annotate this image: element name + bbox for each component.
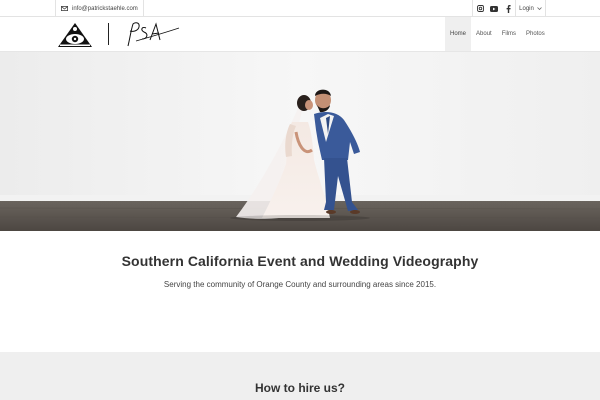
psa-signature-logo[interactable] (124, 20, 180, 55)
youtube-icon[interactable] (487, 0, 501, 17)
email-link[interactable]: info@patrickstaehle.com (55, 0, 144, 17)
envelope-icon (61, 6, 68, 11)
email-text: info@patrickstaehle.com (72, 5, 138, 12)
site-header: Home About Films Photos (0, 17, 600, 52)
login-dropdown[interactable]: Login (515, 0, 546, 17)
hire-section: How to hire us? (0, 352, 600, 400)
nav-about[interactable]: About (471, 17, 497, 51)
facebook-icon[interactable] (501, 0, 515, 17)
triangle-eye-logo[interactable] (57, 22, 93, 53)
hire-heading: How to hire us? (255, 381, 345, 395)
page-title: Southern California Event and Wedding Vi… (121, 253, 479, 269)
social-links (472, 0, 515, 17)
login-label: Login (519, 5, 534, 12)
instagram-icon[interactable] (473, 0, 487, 17)
bride-and-groom-photo (0, 52, 600, 231)
chevron-down-icon (537, 6, 542, 12)
top-bar: info@patrickstaehle.com Login (0, 0, 600, 17)
logo-divider (108, 23, 109, 45)
main-nav: Home About Films Photos (445, 17, 550, 51)
nav-photos[interactable]: Photos (521, 17, 550, 51)
nav-home[interactable]: Home (445, 17, 472, 51)
hero-image (0, 52, 600, 231)
nav-films[interactable]: Films (497, 17, 521, 51)
page-subtitle: Serving the community of Orange County a… (163, 280, 437, 289)
